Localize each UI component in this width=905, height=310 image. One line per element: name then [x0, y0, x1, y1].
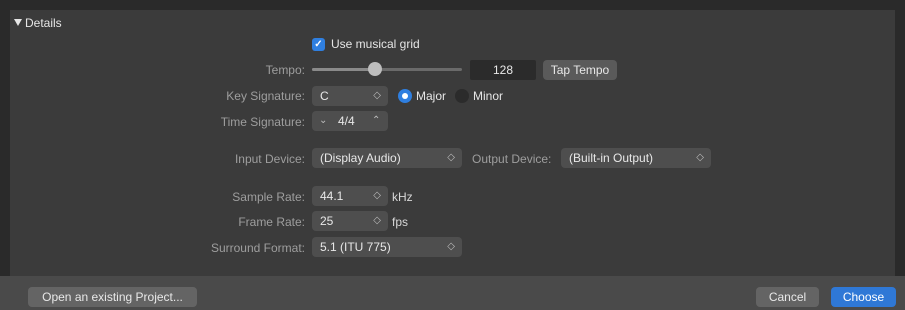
chevron-down-icon[interactable]: ⌄	[319, 111, 327, 131]
choose-button[interactable]: Choose	[831, 287, 896, 307]
frame-rate-value: 25	[320, 214, 334, 228]
chevron-updown-icon: ◇	[373, 90, 381, 101]
chevron-up-icon[interactable]: ⌃	[372, 111, 380, 131]
details-disclosure[interactable]: Details	[14, 16, 62, 30]
key-signature-popup[interactable]: C ◇	[312, 86, 388, 106]
surround-format-popup[interactable]: 5.1 (ITU 775) ◇	[312, 237, 462, 257]
major-label: Major	[416, 89, 447, 103]
cancel-button[interactable]: Cancel	[756, 287, 819, 307]
details-label: Details	[25, 16, 62, 30]
musical-grid-label: Use musical grid	[331, 37, 420, 51]
key-signature-value: C	[320, 89, 329, 103]
output-device-value: (Built-in Output)	[569, 151, 654, 165]
chevron-updown-icon: ◇	[447, 152, 455, 163]
tap-tempo-button[interactable]: Tap Tempo	[543, 60, 617, 80]
surround-format-label: Surround Format:	[210, 241, 305, 255]
input-device-label: Input Device:	[234, 152, 305, 166]
input-device-popup[interactable]: (Display Audio) ◇	[312, 148, 462, 168]
time-signature-value: 4/4	[338, 114, 355, 128]
time-signature-stepper[interactable]: ⌄ 4/4 ⌃	[312, 111, 388, 131]
frame-rate-popup[interactable]: 25 ◇	[312, 211, 388, 231]
chevron-updown-icon: ◇	[447, 241, 455, 252]
key-signature-label: Key Signature:	[226, 89, 305, 103]
frame-rate-unit: fps	[392, 215, 409, 229]
musical-grid-checkbox[interactable]: ✓	[312, 38, 325, 51]
time-signature-label: Time Signature:	[220, 115, 305, 129]
surround-format-value: 5.1 (ITU 775)	[320, 240, 391, 254]
tempo-label: Tempo:	[265, 63, 305, 77]
output-device-label: Output Device:	[472, 152, 552, 166]
minor-label: Minor	[473, 89, 504, 103]
sample-rate-unit: kHz	[392, 190, 413, 204]
tempo-slider-track[interactable]	[312, 68, 462, 71]
sample-rate-value: 44.1	[320, 189, 344, 203]
tempo-slider-fill	[312, 68, 375, 71]
chevron-updown-icon: ◇	[373, 215, 381, 226]
disclosure-triangle-icon	[14, 19, 22, 26]
tempo-value-field[interactable]: 128	[470, 60, 536, 80]
input-device-value: (Display Audio)	[320, 151, 401, 165]
major-radio[interactable]	[398, 89, 412, 103]
output-device-popup[interactable]: (Built-in Output) ◇	[561, 148, 711, 168]
sample-rate-popup[interactable]: 44.1 ◇	[312, 186, 388, 206]
chevron-updown-icon: ◇	[696, 152, 704, 163]
tempo-slider-knob[interactable]	[368, 62, 382, 76]
open-existing-project-button[interactable]: Open an existing Project...	[28, 287, 197, 307]
chevron-updown-icon: ◇	[373, 190, 381, 201]
frame-rate-label: Frame Rate:	[238, 215, 305, 229]
minor-radio[interactable]	[455, 89, 469, 103]
sample-rate-label: Sample Rate:	[232, 190, 305, 204]
